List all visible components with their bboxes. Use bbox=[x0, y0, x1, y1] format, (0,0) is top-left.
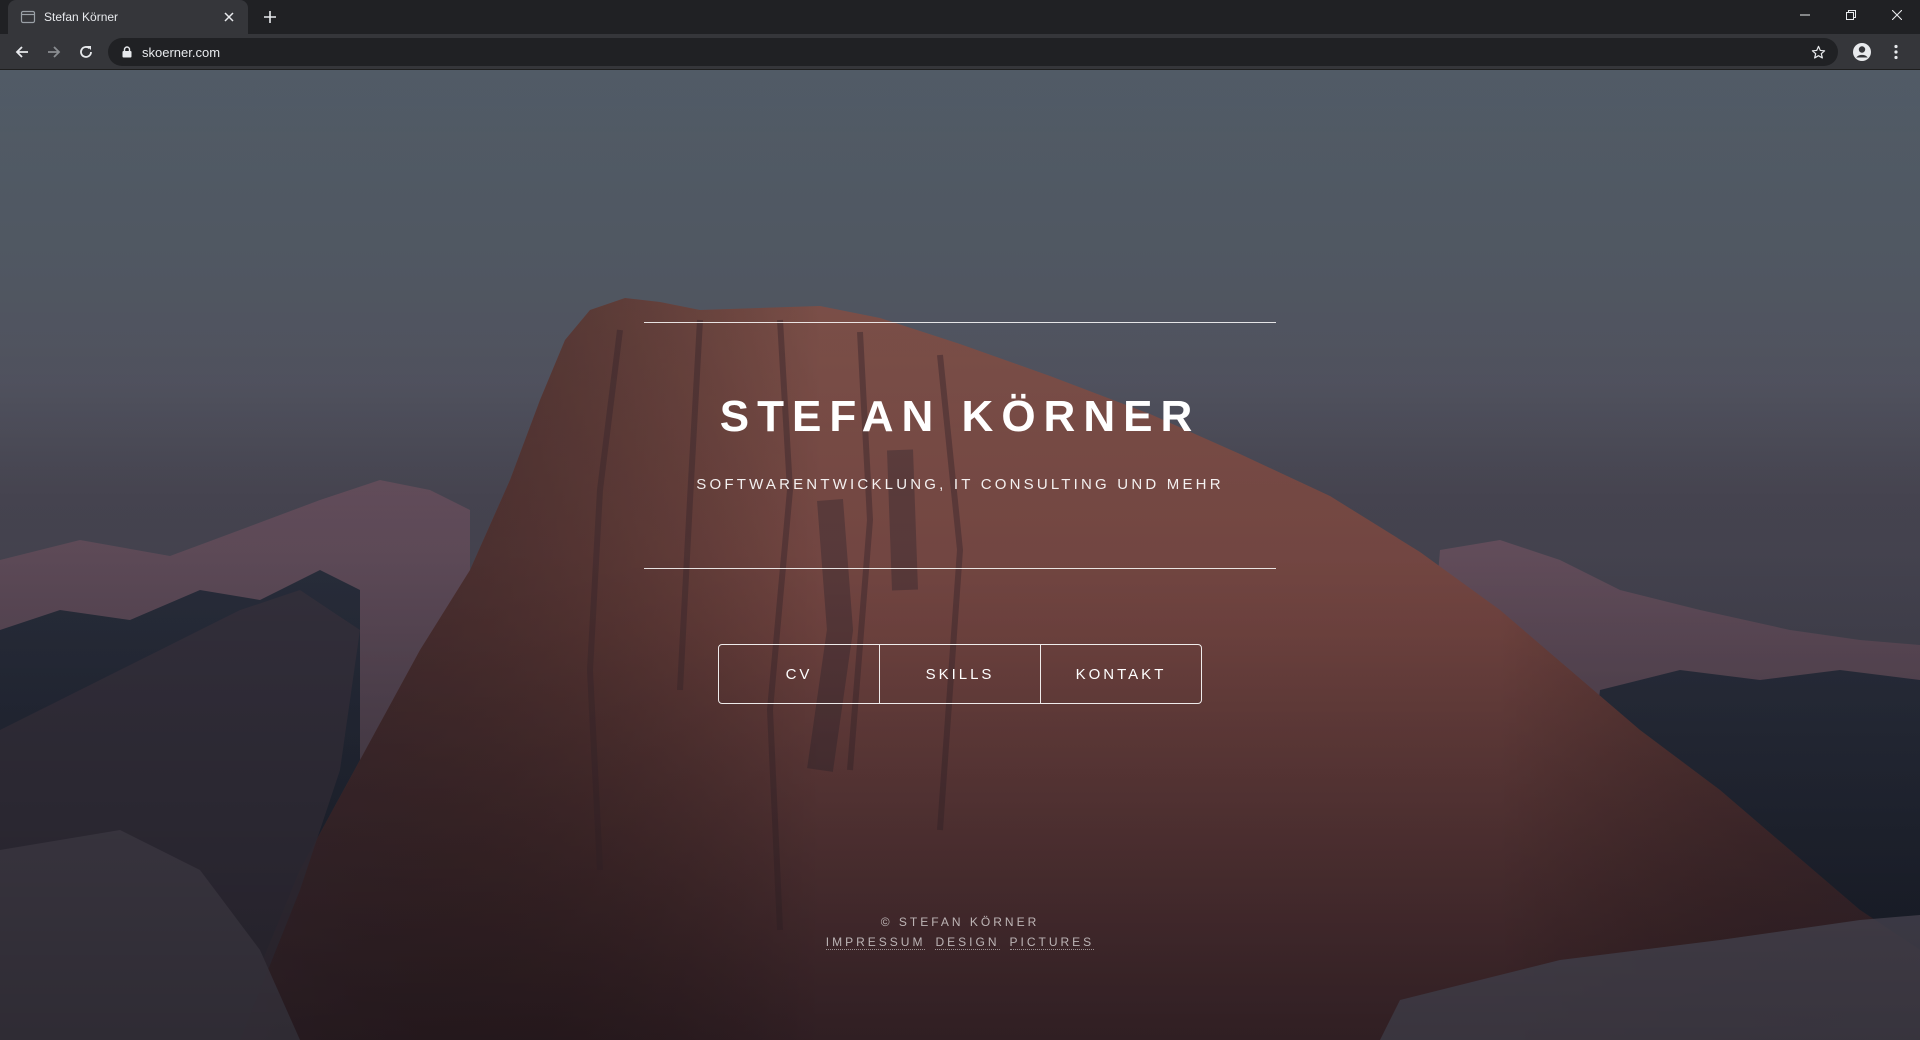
main-navigation: CV SKILLS KONTAKT bbox=[718, 644, 1202, 704]
restore-button[interactable] bbox=[1828, 0, 1874, 30]
back-button[interactable] bbox=[8, 38, 36, 66]
copyright-text: © STEFAN KÖRNER bbox=[880, 915, 1040, 929]
footer-link-pictures[interactable]: PICTURES bbox=[1009, 935, 1095, 950]
site-title: STEFAN KÖRNER bbox=[719, 392, 1201, 441]
bookmark-star-icon[interactable] bbox=[1808, 42, 1828, 62]
page-footer: © STEFAN KÖRNER IMPRESSUM DESIGN PICTURE… bbox=[0, 915, 1920, 950]
new-tab-button[interactable] bbox=[258, 5, 282, 29]
lock-icon bbox=[122, 46, 132, 58]
page-favicon-icon bbox=[20, 9, 36, 25]
arrow-right-icon bbox=[48, 46, 61, 58]
browser-tab-active[interactable]: Stefan Körner bbox=[8, 0, 248, 34]
vertical-dots-icon bbox=[1894, 44, 1898, 60]
close-tab-icon[interactable] bbox=[220, 8, 238, 26]
restore-icon bbox=[1846, 10, 1856, 20]
arrow-left-icon bbox=[15, 46, 28, 58]
forward-button[interactable] bbox=[40, 38, 68, 66]
hero-section: STEFAN KÖRNER SOFTWARENTWICKLUNG, IT CON… bbox=[0, 70, 1920, 1040]
close-window-button[interactable] bbox=[1874, 0, 1920, 30]
site-subtitle: SOFTWARENTWICKLUNG, IT CONSULTING UND ME… bbox=[696, 476, 1224, 493]
minimize-button[interactable] bbox=[1782, 0, 1828, 30]
nav-link-skills[interactable]: SKILLS bbox=[880, 645, 1041, 703]
reload-icon bbox=[80, 46, 92, 58]
address-bar[interactable]: skoerner.com bbox=[108, 38, 1838, 66]
page-viewport: STEFAN KÖRNER SOFTWARENTWICKLUNG, IT CON… bbox=[0, 70, 1920, 1040]
nav-link-cv[interactable]: CV bbox=[719, 645, 880, 703]
tab-title: Stefan Körner bbox=[44, 10, 119, 24]
window-controls bbox=[1782, 0, 1920, 30]
browser-menu-button[interactable] bbox=[1884, 40, 1908, 64]
reload-button[interactable] bbox=[72, 38, 100, 66]
divider-top bbox=[644, 322, 1276, 323]
footer-links: IMPRESSUM DESIGN PICTURES bbox=[0, 935, 1920, 950]
nav-link-kontakt[interactable]: KONTAKT bbox=[1041, 645, 1201, 703]
browser-toolbar: skoerner.com bbox=[0, 34, 1920, 70]
url-text: skoerner.com bbox=[142, 44, 221, 60]
footer-link-impressum[interactable]: IMPRESSUM bbox=[825, 935, 926, 950]
close-icon bbox=[1892, 10, 1902, 20]
plus-icon bbox=[264, 11, 276, 23]
minimize-icon bbox=[1800, 14, 1810, 16]
account-circle-icon bbox=[1853, 43, 1871, 61]
tab-strip: Stefan Körner bbox=[0, 0, 1920, 34]
profile-button[interactable] bbox=[1850, 40, 1874, 64]
divider-bottom bbox=[644, 568, 1276, 569]
footer-link-design[interactable]: DESIGN bbox=[935, 935, 1000, 950]
